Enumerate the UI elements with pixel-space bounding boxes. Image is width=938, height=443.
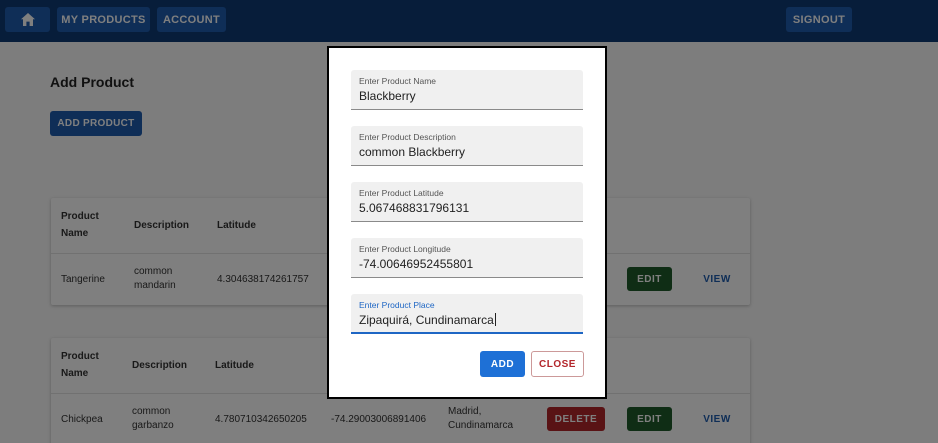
product-place-value-wrapper: Zipaquirá, Cundinamarca xyxy=(359,313,496,327)
product-longitude-field[interactable]: Enter Product Longitude -74.006469524558… xyxy=(351,238,583,278)
product-description-label: Enter Product Description xyxy=(359,132,456,142)
add-product-dialog: Enter Product Name Blackberry Enter Prod… xyxy=(327,46,607,399)
product-place-value: Zipaquirá, Cundinamarca xyxy=(359,313,494,327)
product-name-value: Blackberry xyxy=(359,89,416,103)
product-latitude-label: Enter Product Latitude xyxy=(359,188,444,198)
product-place-field[interactable]: Enter Product Place Zipaquirá, Cundinama… xyxy=(351,294,583,334)
product-latitude-value: 5.067468831796131 xyxy=(359,201,470,215)
product-longitude-label: Enter Product Longitude xyxy=(359,244,451,254)
add-button[interactable]: ADD xyxy=(480,351,525,377)
text-caret xyxy=(494,313,496,326)
product-description-field[interactable]: Enter Product Description common Blackbe… xyxy=(351,126,583,166)
product-name-field[interactable]: Enter Product Name Blackberry xyxy=(351,70,583,110)
product-name-label: Enter Product Name xyxy=(359,76,437,86)
product-place-label: Enter Product Place xyxy=(359,300,435,310)
close-button[interactable]: CLOSE xyxy=(531,351,584,377)
product-description-value: common Blackberry xyxy=(359,145,466,159)
product-latitude-field[interactable]: Enter Product Latitude 5.067468831796131 xyxy=(351,182,583,222)
product-longitude-value: -74.00646952455801 xyxy=(359,257,474,271)
